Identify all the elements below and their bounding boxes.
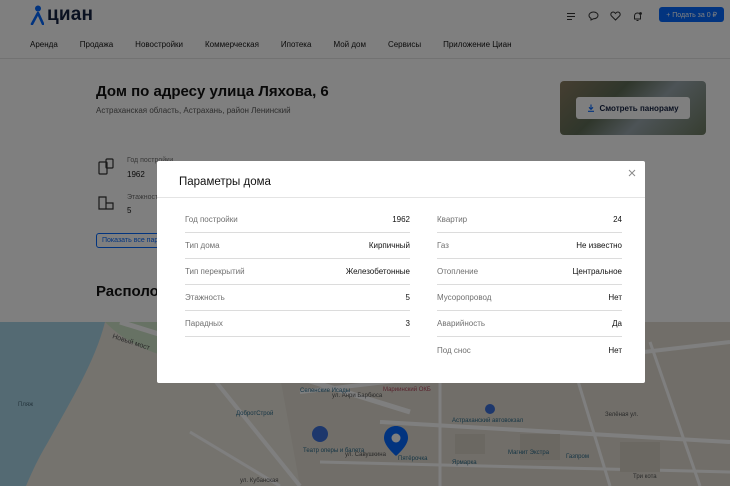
param-label: Парадных	[185, 319, 223, 328]
param-label: Отопление	[437, 267, 479, 276]
param-value: 5	[405, 293, 410, 302]
param-label: Тип перекрытий	[185, 267, 245, 276]
param-value: Нет	[608, 345, 622, 355]
param-label: Квартир	[437, 215, 468, 224]
param-label: Аварийность	[437, 319, 486, 328]
param-row: Этажность 5	[185, 285, 410, 311]
param-row: Отопление Центральное	[437, 259, 622, 285]
modal-divider	[157, 197, 645, 198]
param-value: Железобетонные	[345, 267, 410, 276]
param-label: Этажность	[185, 293, 225, 302]
param-value: Не известно	[576, 241, 622, 250]
params-right-column: Квартир 24 Газ Не известно Отопление Цен…	[437, 207, 622, 363]
param-value: 24	[613, 215, 622, 224]
param-row: Мусоропровод Нет	[437, 285, 622, 311]
param-row: Газ Не известно	[437, 233, 622, 259]
param-label: Год постройки	[185, 215, 238, 224]
param-row: Под снос Нет	[437, 337, 622, 363]
param-row: Год постройки 1962	[185, 207, 410, 233]
param-value: 3	[405, 319, 410, 328]
params-left-column: Год постройки 1962 Тип дома Кирпичный Ти…	[185, 207, 410, 337]
param-row: Тип перекрытий Железобетонные	[185, 259, 410, 285]
param-row: Тип дома Кирпичный	[185, 233, 410, 259]
param-label: Газ	[437, 241, 449, 250]
param-row: Парадных 3	[185, 311, 410, 337]
param-label: Под снос	[437, 345, 471, 355]
param-value: 1962	[392, 215, 410, 224]
param-row: Аварийность Да	[437, 311, 622, 337]
param-value: Кирпичный	[368, 241, 410, 250]
param-value: Нет	[608, 293, 622, 302]
param-label: Мусоропровод	[437, 293, 492, 302]
param-row: Квартир 24	[437, 207, 622, 233]
param-value: Центральное	[572, 267, 623, 276]
close-icon	[628, 169, 636, 177]
house-params-modal: Параметры дома Год постройки 1962 Тип до…	[157, 161, 645, 383]
close-button[interactable]	[626, 167, 638, 179]
modal-title: Параметры дома	[179, 176, 271, 188]
param-value: Да	[612, 319, 622, 328]
param-label: Тип дома	[185, 241, 220, 250]
